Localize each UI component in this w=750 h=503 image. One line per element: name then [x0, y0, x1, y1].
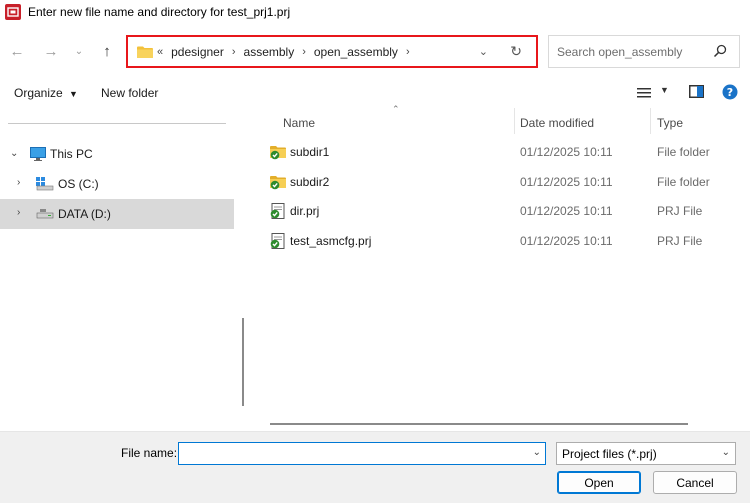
- organize-label: Organize: [14, 86, 63, 100]
- drive-data-icon: [36, 209, 54, 219]
- cancel-button[interactable]: Cancel: [653, 471, 737, 494]
- sidebar-item-data-d[interactable]: › DATA (D:): [0, 199, 234, 229]
- file-date: 01/12/2025 10:11: [520, 204, 613, 218]
- file-type: File folder: [657, 175, 710, 189]
- chevron-down-icon[interactable]: ⌄: [533, 447, 541, 458]
- sidebar-item-label: DATA (D:): [58, 207, 111, 221]
- chevron-right-icon[interactable]: ›: [17, 207, 20, 218]
- chevron-right-icon[interactable]: ›: [302, 46, 306, 58]
- file-name: dir.prj: [290, 204, 320, 218]
- help-icon[interactable]: ?: [722, 84, 738, 100]
- prj-file-icon: [270, 233, 285, 249]
- navigation-scrollbar[interactable]: [242, 318, 244, 406]
- chevron-right-icon[interactable]: ›: [406, 46, 410, 58]
- chevron-down-icon: ⌄: [721, 447, 730, 458]
- arrow-right-icon: →: [43, 42, 59, 60]
- svg-text:?: ?: [727, 86, 733, 99]
- file-type: File folder: [657, 145, 710, 159]
- file-date: 01/12/2025 10:11: [520, 234, 613, 248]
- file-name: subdir1: [290, 145, 330, 159]
- sidebar-item-label: This PC: [50, 147, 93, 161]
- open-button[interactable]: Open: [557, 471, 641, 494]
- save-panel: File name: ⌄ Project files (*.prj) ⌄ Ope…: [0, 431, 750, 503]
- file-row-subdir1[interactable]: subdir1 01/12/2025 10:11 File folder: [254, 137, 750, 165]
- command-bar: Organize ▼ New folder ▼ ?: [0, 80, 750, 106]
- folder-icon: [137, 46, 153, 58]
- sidebar-item-label: OS (C:): [58, 177, 99, 191]
- window-title: Enter new file name and directory for te…: [28, 5, 291, 19]
- file-type: PRJ File: [657, 204, 703, 218]
- search-placeholder: Search open_assembly: [557, 44, 683, 59]
- file-date: 01/12/2025 10:11: [520, 145, 613, 159]
- file-row-test-asmcfg-prj[interactable]: test_asmcfg.prj 01/12/2025 10:11 PRJ Fil…: [254, 226, 750, 254]
- horizontal-scrollbar[interactable]: [270, 423, 688, 425]
- file-name: subdir2: [290, 175, 330, 189]
- breadcrumb-assembly[interactable]: assembly: [244, 45, 295, 59]
- chevron-down-icon[interactable]: ⌄: [10, 148, 18, 159]
- arrow-up-icon: ↑: [103, 42, 111, 60]
- breadcrumb-overflow-icon[interactable]: «: [157, 46, 163, 58]
- sort-ascending-icon: ⌃: [392, 104, 400, 114]
- column-divider[interactable]: [514, 108, 515, 134]
- navigation-divider: [8, 123, 226, 124]
- file-row-dir-prj[interactable]: dir.prj 01/12/2025 10:11 PRJ File: [254, 196, 750, 224]
- organize-button[interactable]: Organize ▼: [14, 86, 78, 100]
- caret-down-icon: ▼: [69, 89, 78, 99]
- refresh-icon[interactable]: ↻: [510, 43, 522, 60]
- column-header-name[interactable]: Name: [283, 112, 315, 134]
- chevron-right-icon[interactable]: ›: [232, 46, 236, 58]
- sidebar-item-this-pc[interactable]: ⌄ This PC: [0, 139, 234, 169]
- file-name: test_asmcfg.prj: [290, 234, 372, 248]
- address-dropdown-icon[interactable]: ⌄: [479, 45, 488, 58]
- column-header-date-modified[interactable]: Date modified: [520, 112, 594, 134]
- chevron-down-icon: ⌄: [74, 45, 84, 57]
- navigation-pane: ⌄ This PC › OS (C:) › DATA (D:): [0, 108, 240, 430]
- up-button[interactable]: ↑: [96, 40, 118, 62]
- arrow-left-icon: ←: [9, 42, 25, 60]
- folder-synced-icon: [270, 146, 286, 160]
- file-name-input[interactable]: ⌄: [178, 442, 546, 465]
- forward-button[interactable]: →: [40, 40, 62, 62]
- breadcrumb-pdesigner[interactable]: pdesigner: [171, 45, 224, 59]
- new-folder-button[interactable]: New folder: [101, 86, 158, 100]
- file-type-value: Project files (*.prj): [562, 447, 657, 461]
- file-date: 01/12/2025 10:11: [520, 175, 613, 189]
- preview-pane-icon[interactable]: [689, 85, 704, 98]
- folder-synced-icon: [270, 176, 286, 190]
- title-bar: Enter new file name and directory for te…: [0, 0, 750, 24]
- drive-os-icon: [36, 177, 54, 191]
- file-list: ⌃ Name Date modified Type subdir1 01/12/…: [254, 104, 750, 430]
- monitor-icon: [30, 147, 46, 161]
- breadcrumb-open-assembly[interactable]: open_assembly: [314, 45, 398, 59]
- view-dropdown-icon[interactable]: ▼: [660, 85, 669, 95]
- address-bar[interactable]: « pdesigner › assembly › open_assembly ›…: [126, 35, 538, 68]
- search-input[interactable]: Search open_assembly: [548, 35, 740, 68]
- file-row-subdir2[interactable]: subdir2 01/12/2025 10:11 File folder: [254, 167, 750, 195]
- prj-file-icon: [270, 203, 285, 219]
- chevron-right-icon[interactable]: ›: [17, 177, 20, 188]
- app-icon: [5, 4, 21, 20]
- file-name-label: File name:: [121, 446, 178, 460]
- search-icon: [713, 44, 727, 58]
- file-type-select[interactable]: Project files (*.prj) ⌄: [556, 442, 736, 465]
- view-options-icon[interactable]: [637, 87, 651, 99]
- back-button[interactable]: ←: [6, 40, 28, 62]
- sidebar-item-os-c[interactable]: › OS (C:): [0, 169, 234, 199]
- column-divider[interactable]: [650, 108, 651, 134]
- recent-locations-button[interactable]: ⌄: [68, 40, 90, 62]
- column-header-type[interactable]: Type: [657, 112, 683, 134]
- navigation-bar: ← → ⌄ ↑ « pdesigner › assembly › open_as…: [0, 28, 750, 74]
- file-type: PRJ File: [657, 234, 703, 248]
